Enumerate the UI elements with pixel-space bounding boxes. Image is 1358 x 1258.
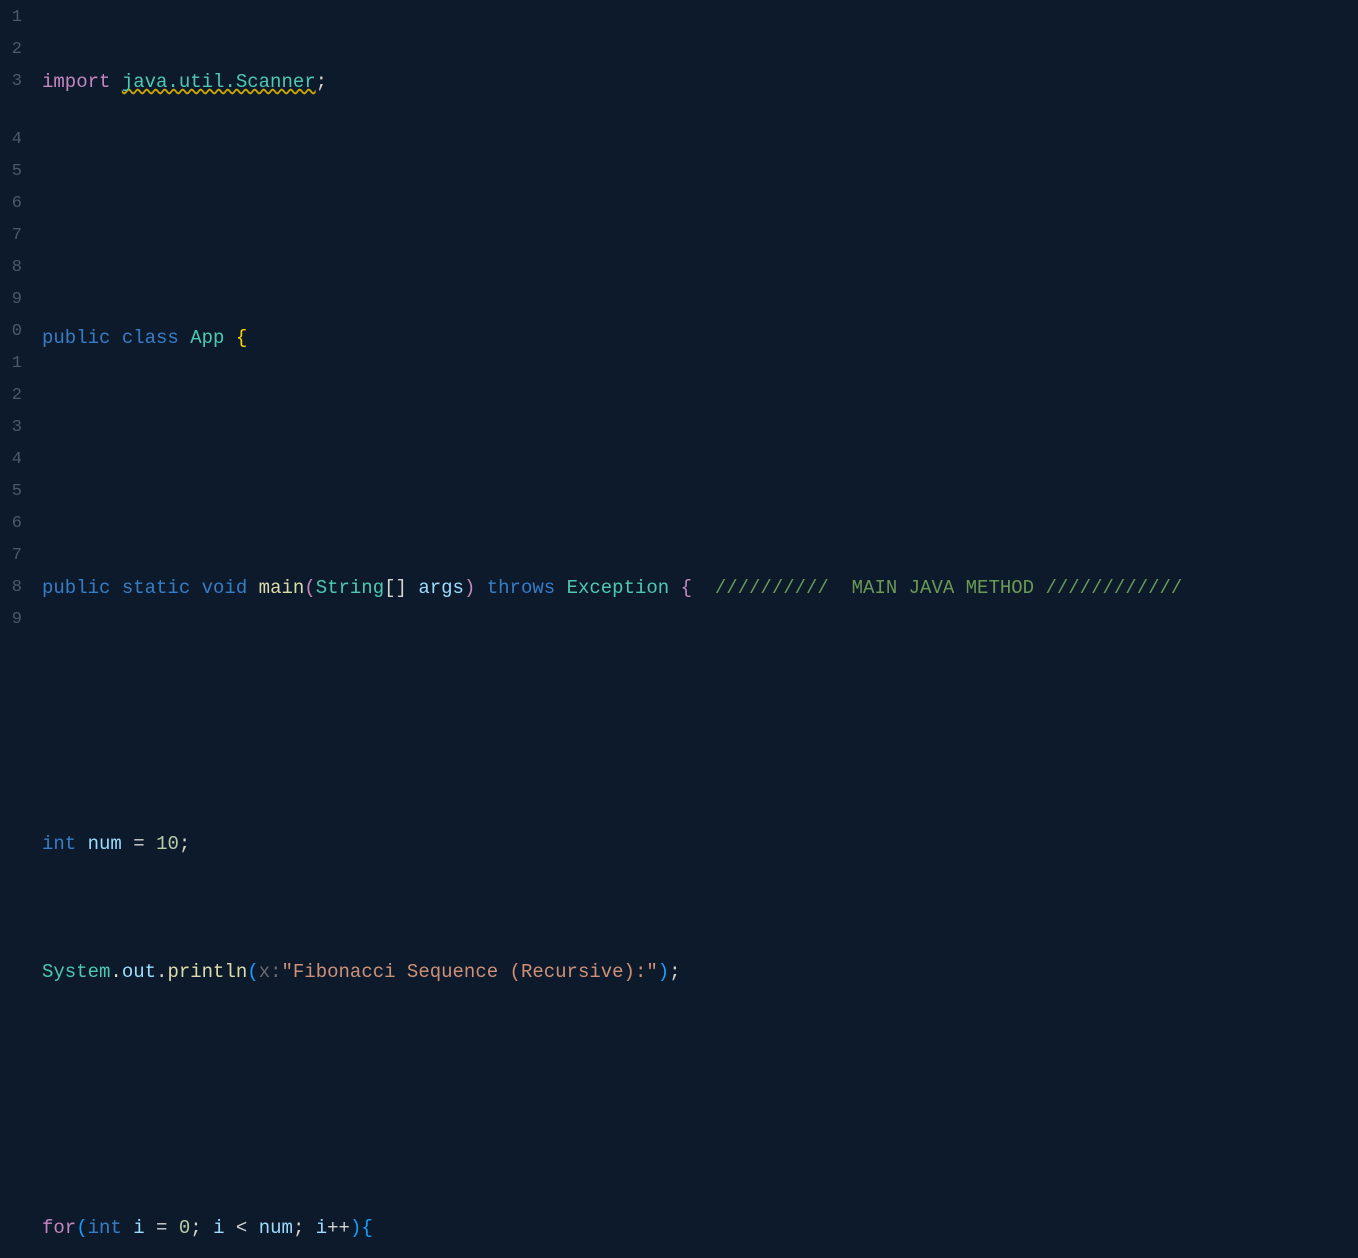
operator-lt: <	[225, 1212, 259, 1244]
paren-open: (	[304, 572, 315, 604]
semicolon: ;	[316, 66, 327, 98]
keyword-import: import	[42, 66, 110, 98]
line-number: 6	[0, 508, 22, 540]
line-number: 1	[0, 2, 22, 34]
line-number: 8	[0, 252, 22, 284]
line-number: 0	[0, 316, 22, 348]
code-content[interactable]: import java.util.Scanner; public class A…	[30, 0, 1358, 629]
code-line[interactable]: System.out.println(x:"Fibonacci Sequence…	[42, 956, 1358, 988]
keyword-void: void	[202, 572, 248, 604]
line-number: 3	[0, 412, 22, 444]
operator-assign: =	[122, 828, 156, 860]
code-line[interactable]: import java.util.Scanner;	[42, 66, 1358, 98]
dot: .	[156, 956, 167, 988]
line-number-gutter: 1 2 3 4 5 6 7 8 9 0 1 2 3 4 5 6 7 8 9	[0, 0, 30, 629]
dot: .	[110, 956, 121, 988]
var-num: num	[88, 828, 122, 860]
operator-assign: =	[145, 1212, 179, 1244]
class-name: App	[190, 322, 224, 354]
brackets: []	[384, 572, 407, 604]
code-line-empty[interactable]	[42, 700, 1358, 732]
code-line-empty[interactable]	[42, 194, 1358, 226]
type-exception: Exception	[567, 572, 670, 604]
brace-open: {	[236, 322, 247, 354]
line-number	[0, 98, 22, 124]
codelens	[42, 450, 1358, 476]
var-num: num	[259, 1212, 293, 1244]
keyword-int: int	[88, 1212, 122, 1244]
code-editor: 1 2 3 4 5 6 7 8 9 0 1 2 3 4 5 6 7 8 9 im…	[0, 0, 1358, 629]
semicolon: ;	[293, 1212, 316, 1244]
line-number: 7	[0, 220, 22, 252]
line-number: 8	[0, 572, 22, 604]
line-number: 1	[0, 348, 22, 380]
operator-increment: ++	[327, 1212, 350, 1244]
paren-close: )	[350, 1212, 361, 1244]
line-number: 9	[0, 284, 22, 316]
param-args: args	[418, 572, 464, 604]
line-number: 6	[0, 188, 22, 220]
type-string: String	[316, 572, 384, 604]
var-i: i	[213, 1212, 224, 1244]
paren-open: (	[247, 956, 258, 988]
paren-open: (	[76, 1212, 87, 1244]
semicolon: ;	[669, 956, 680, 988]
line-number: 4	[0, 444, 22, 476]
field-out: out	[122, 956, 156, 988]
param-hint: x:	[259, 956, 282, 988]
keyword-int: int	[42, 828, 76, 860]
code-line[interactable]: for(int i = 0; i < num; i++){	[42, 1212, 1358, 1244]
number-literal: 0	[179, 1212, 190, 1244]
keyword-throws: throws	[487, 572, 555, 604]
keyword-static: static	[122, 572, 190, 604]
line-number: 9	[0, 604, 22, 636]
class-system: System	[42, 956, 110, 988]
line-number: 7	[0, 540, 22, 572]
semicolon: ;	[190, 1212, 213, 1244]
paren-close: )	[658, 956, 669, 988]
code-line-empty[interactable]	[42, 1084, 1358, 1116]
var-i: i	[316, 1212, 327, 1244]
keyword-class: class	[122, 322, 179, 354]
line-number: 5	[0, 156, 22, 188]
keyword-for: for	[42, 1212, 76, 1244]
line-number: 4	[0, 124, 22, 156]
keyword-public: public	[42, 322, 110, 354]
brace-open: {	[361, 1212, 372, 1244]
keyword-public: public	[42, 572, 110, 604]
var-i: i	[133, 1212, 144, 1244]
code-line[interactable]: public class App {	[42, 322, 1358, 354]
line-number: 2	[0, 34, 22, 66]
line-number: 2	[0, 380, 22, 412]
semicolon: ;	[179, 828, 190, 860]
comment: ////////// MAIN JAVA METHOD ////////////	[692, 572, 1182, 604]
paren-close: )	[464, 572, 475, 604]
code-line[interactable]: public static void main(String[] args) t…	[42, 572, 1358, 604]
line-number: 3	[0, 66, 22, 98]
brace-open: {	[681, 572, 692, 604]
line-number: 5	[0, 476, 22, 508]
method-main: main	[259, 572, 305, 604]
number-literal: 10	[156, 828, 179, 860]
import-package: java.util.Scanner	[122, 66, 316, 98]
string-literal: "Fibonacci Sequence (Recursive):"	[282, 956, 658, 988]
method-println: println	[167, 956, 247, 988]
code-line[interactable]: int num = 10;	[42, 828, 1358, 860]
